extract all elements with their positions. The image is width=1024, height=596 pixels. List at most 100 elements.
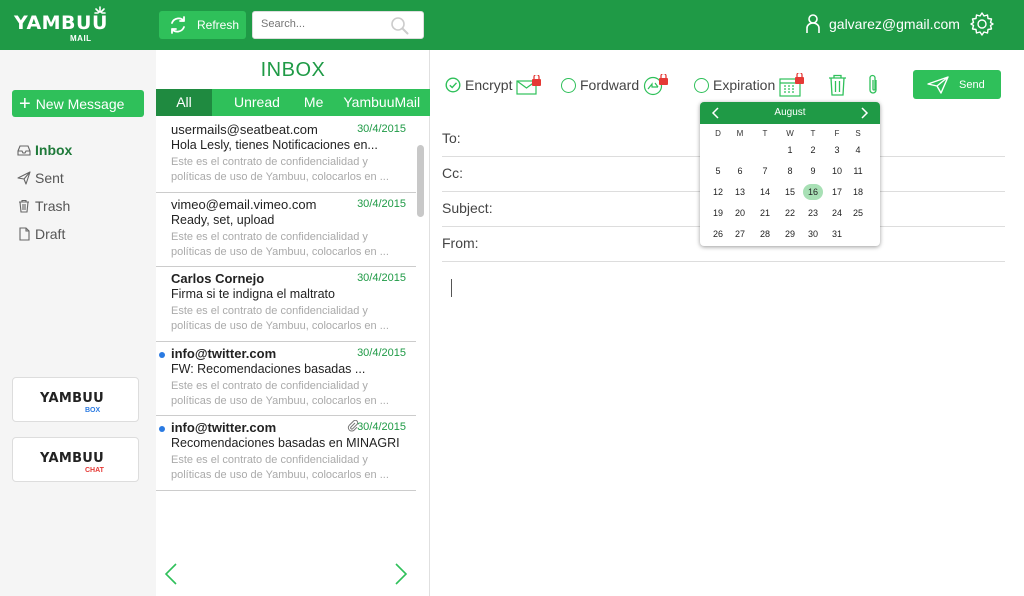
sidebar-item-label: Draft <box>35 226 66 242</box>
attachment-icon[interactable] <box>866 74 880 96</box>
new-message-label: New Message <box>35 95 125 112</box>
app-name: YAMBUU <box>40 451 104 466</box>
yambuu-chat-app[interactable]: YAMBUU CHAT <box>12 437 139 482</box>
trash-icon[interactable] <box>828 74 847 96</box>
calendar-day[interactable]: 1 <box>780 142 800 158</box>
calendar-day[interactable]: 14 <box>755 184 775 200</box>
chevron-right-icon[interactable] <box>394 562 408 586</box>
weekday-label: S <box>855 129 861 138</box>
mail-preview: Este es el contrato de confidencialidad … <box>171 156 389 183</box>
checked-circle-icon <box>445 77 461 93</box>
calendar-day[interactable]: 15 <box>780 184 800 200</box>
calendar-day[interactable]: 20 <box>730 205 750 221</box>
sidebar-item-label: Sent <box>35 170 64 186</box>
mail-item[interactable]: info@twitter.com 30/4/2015 Recomendacion… <box>156 416 416 491</box>
weekday-label: D <box>715 129 721 138</box>
calendar-day[interactable]: 23 <box>803 205 823 221</box>
mail-date: 30/4/2015 <box>357 346 406 359</box>
search-box[interactable] <box>252 11 424 39</box>
calendar-header: August <box>700 102 880 124</box>
message-body[interactable] <box>442 270 1005 580</box>
encrypt-option[interactable]: Encrypt <box>445 75 542 95</box>
calendar-day[interactable]: 26 <box>708 226 728 242</box>
calendar-day[interactable]: 2 <box>803 142 823 158</box>
calendar-day[interactable]: 4 <box>848 142 868 158</box>
calendar-month: August <box>774 107 806 118</box>
encrypt-label: Encrypt <box>465 77 513 93</box>
calendar-day[interactable]: 18 <box>848 184 868 200</box>
calendar-day[interactable]: 25 <box>848 205 868 221</box>
expiration-option[interactable]: Expiration <box>694 73 805 97</box>
weekday-label: W <box>786 129 794 138</box>
calendar-day[interactable]: 29 <box>780 226 800 242</box>
calendar-day[interactable]: 8 <box>780 163 800 179</box>
yambuu-box-app[interactable]: YAMBUU BOX <box>12 377 139 422</box>
trash-icon <box>19 199 29 213</box>
expiration-date-picker: August D M T W T F S 1 2 3 4 5 6 7 8 9 10 11 12 13 14 15 16 17 1… <box>700 102 880 246</box>
calendar-day[interactable]: 22 <box>780 205 800 221</box>
paper-plane-icon <box>927 75 949 94</box>
calendar-day[interactable]: 10 <box>827 163 847 179</box>
calendar-day[interactable]: 9 <box>803 163 823 179</box>
top-bar: YAMBUU MAIL Refresh galvarez@gmail.com <box>0 0 1024 50</box>
send-button[interactable]: Send <box>913 70 1001 99</box>
calendar-day[interactable]: 27 <box>730 226 750 242</box>
mail-item[interactable]: usermails@seatbeat.com 30/4/2015 Hola Le… <box>156 118 416 193</box>
locked-calendar-icon[interactable] <box>779 73 805 97</box>
sidebar-item-label: Trash <box>35 198 71 214</box>
mail-subject: FW: Recomendaciones basadas ... <box>171 361 366 376</box>
new-message-button[interactable]: + New Message <box>12 90 144 117</box>
mail-item[interactable]: info@twitter.com 30/4/2015 FW: Recomenda… <box>156 342 416 416</box>
app-sub: CHAT <box>85 467 104 474</box>
text-caret <box>451 279 452 297</box>
sidebar-item-sent[interactable]: Sent <box>17 169 64 187</box>
sidebar-item-inbox[interactable]: Inbox <box>17 141 72 159</box>
tab-all[interactable]: All <box>156 89 212 116</box>
search-icon[interactable] <box>390 16 409 35</box>
mail-list-scrollbar[interactable] <box>417 145 424 217</box>
mail-item[interactable]: vimeo@email.vimeo.com 30/4/2015 Ready, s… <box>156 193 416 267</box>
weekday-label: M <box>736 129 744 138</box>
mail-date: 30/4/2015 <box>357 421 406 433</box>
fordward-option[interactable]: Fordward <box>561 74 669 96</box>
calendar-day[interactable]: 21 <box>755 205 775 221</box>
chevron-left-icon[interactable] <box>164 562 178 586</box>
calendar-day[interactable]: 6 <box>730 163 750 179</box>
locked-forward-icon <box>644 74 669 96</box>
tab-yambuumail[interactable]: YambuuMail <box>343 89 420 116</box>
calendar-day[interactable]: 24 <box>827 205 847 221</box>
calendar-day[interactable]: 7 <box>755 163 775 179</box>
calendar-day[interactable]: 17 <box>827 184 847 200</box>
calendar-day[interactable]: 30 <box>803 226 823 242</box>
mail-item[interactable]: Carlos Cornejo 30/4/2015 Firma si te ind… <box>156 267 416 342</box>
user-account[interactable]: galvarez@gmail.com <box>805 14 960 34</box>
from-label: From: <box>442 235 479 251</box>
calendar-day[interactable]: 13 <box>730 184 750 200</box>
yambuu-mail-logo[interactable]: YAMBUU MAIL <box>14 6 107 44</box>
calendar-day[interactable]: 12 <box>708 184 728 200</box>
cc-label: Cc: <box>442 165 463 181</box>
calendar-day[interactable]: 19 <box>708 205 728 221</box>
tab-unread[interactable]: Unread <box>234 89 280 116</box>
calendar-day[interactable]: 31 <box>827 226 847 242</box>
refresh-button[interactable]: Refresh <box>159 11 246 39</box>
calendar-day[interactable]: 5 <box>708 163 728 179</box>
mail-list: usermails@seatbeat.com 30/4/2015 Hola Le… <box>156 118 416 491</box>
calendar-day[interactable]: 16 <box>803 184 823 200</box>
sidebar-item-draft[interactable]: Draft <box>17 225 65 243</box>
mail-preview: Este es el contrato de confidencialidad … <box>171 379 389 407</box>
inbox-title: INBOX <box>260 59 326 81</box>
calendar-day[interactable]: 28 <box>755 226 775 242</box>
calendar-day[interactable]: 11 <box>848 163 868 179</box>
gear-icon[interactable] <box>969 11 995 37</box>
calendar-day[interactable]: 3 <box>827 142 847 158</box>
inbox-tabs: All Unread Me YambuuMail <box>156 89 430 116</box>
mail-from: info@twitter.com <box>171 420 277 435</box>
search-input[interactable] <box>261 18 391 30</box>
tab-me[interactable]: Me <box>304 89 323 116</box>
inbox-panel: INBOX All Unread Me YambuuMail usermails… <box>156 50 430 596</box>
document-icon <box>19 227 30 241</box>
chevron-right-icon[interactable] <box>859 107 869 119</box>
sidebar-item-trash[interactable]: Trash <box>17 197 70 215</box>
app-sub: BOX <box>85 407 101 414</box>
